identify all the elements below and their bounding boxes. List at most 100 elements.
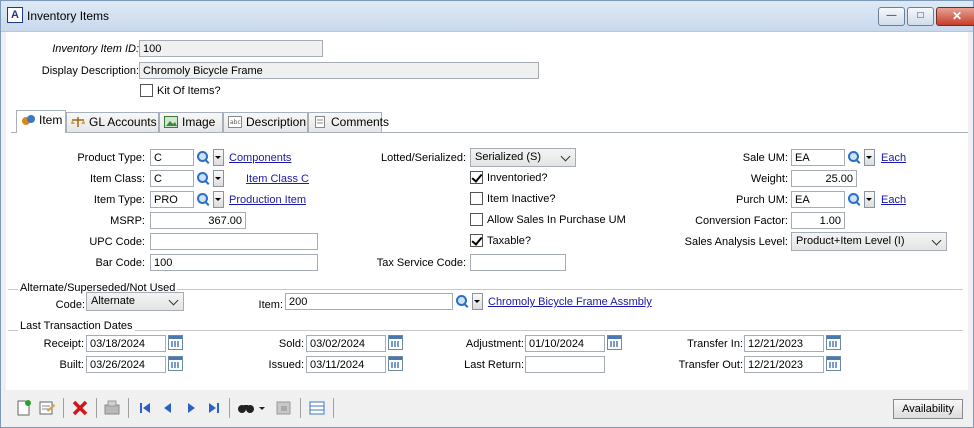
bar-code-field[interactable]: 100 <box>150 254 318 271</box>
delete-icon <box>72 400 88 416</box>
item-class-link[interactable]: Item Class C <box>246 173 309 185</box>
item-id-field[interactable]: 100 <box>139 40 323 57</box>
tab-image[interactable]: Image <box>159 112 223 132</box>
sold-label: Sold: <box>278 338 304 350</box>
save-button[interactable] <box>37 398 57 418</box>
display-description-field[interactable]: Chromoly Bicycle Frame <box>139 62 539 79</box>
new-record-button[interactable] <box>14 398 34 418</box>
adjustment-date-field[interactable]: 01/10/2024 <box>525 335 605 352</box>
transfer-in-label: Transfer In: <box>687 338 743 350</box>
weight-field[interactable]: 25.00 <box>791 170 857 187</box>
msrp-field[interactable]: 367.00 <box>150 212 246 229</box>
item-class-search-icon[interactable] <box>196 170 211 187</box>
scales-icon <box>71 115 85 127</box>
previous-record-button[interactable] <box>158 398 178 418</box>
next-record-button[interactable] <box>181 398 201 418</box>
purch-um-dropdown-button[interactable] <box>864 191 875 208</box>
item-inactive-label: Item Inactive? <box>487 193 556 205</box>
app-logo-icon: A <box>7 7 23 23</box>
product-type-label: Product Type: <box>77 152 145 164</box>
alternate-item-field[interactable]: 200 <box>285 293 453 310</box>
transfer-out-date-field[interactable]: 12/21/2023 <box>744 356 824 373</box>
item-type-dropdown-button[interactable] <box>213 191 224 208</box>
allow-sales-purchase-um-checkbox[interactable] <box>470 213 483 226</box>
item-class-dropdown-button[interactable] <box>213 170 224 187</box>
sale-um-field[interactable]: EA <box>791 149 845 166</box>
kit-of-items-label: Kit Of Items? <box>157 85 221 97</box>
item-inactive-checkbox[interactable] <box>470 192 483 205</box>
last-return-label: Last Return: <box>464 359 524 371</box>
item-type-search-icon[interactable] <box>196 191 211 208</box>
tab-gl-accounts[interactable]: GL Accounts <box>66 112 159 132</box>
close-button[interactable]: ✕ <box>936 7 974 26</box>
print-icon <box>104 400 120 415</box>
taxable-checkbox[interactable] <box>470 234 483 247</box>
print-button[interactable] <box>102 398 122 418</box>
transfer-in-date-field[interactable]: 12/21/2023 <box>744 335 824 352</box>
issued-calendar-icon[interactable] <box>388 356 403 371</box>
alternate-item-dropdown-button[interactable] <box>472 293 483 310</box>
last-transaction-group-divider <box>8 330 963 331</box>
tab-description[interactable]: abc Description <box>223 112 308 132</box>
chevron-down-icon <box>931 235 942 246</box>
product-type-dropdown-button[interactable] <box>213 149 224 166</box>
alternate-item-search-icon[interactable] <box>455 293 470 310</box>
alternate-code-select[interactable]: Alternate <box>86 292 184 311</box>
transfer-out-label: Transfer Out: <box>678 359 743 371</box>
item-type-label: Item Type: <box>93 194 145 206</box>
kit-of-items-checkbox[interactable] <box>140 84 153 97</box>
purch-um-link[interactable]: Each <box>881 194 906 206</box>
adjustment-calendar-icon[interactable] <box>607 335 622 350</box>
item-class-field[interactable]: C <box>150 170 194 187</box>
availability-button[interactable]: Availability <box>893 399 963 419</box>
purch-um-search-icon[interactable] <box>847 191 862 208</box>
product-type-link[interactable]: Components <box>229 152 291 164</box>
taxable-label: Taxable? <box>487 235 532 247</box>
chevron-down-icon <box>560 151 571 162</box>
sale-um-search-icon[interactable] <box>847 149 862 166</box>
delete-button[interactable] <box>70 398 90 418</box>
receipt-calendar-icon[interactable] <box>168 335 183 350</box>
conversion-factor-field[interactable]: 1.00 <box>791 212 845 229</box>
sales-analysis-level-select[interactable]: Product+Item Level (I) <box>791 232 947 251</box>
issued-label: Issued: <box>268 359 304 371</box>
transfer-out-calendar-icon[interactable] <box>826 356 841 371</box>
title-bar[interactable]: A Inventory Items — □ ✕ <box>1 1 974 32</box>
item-type-field[interactable]: PRO <box>150 191 194 208</box>
last-return-date-field[interactable] <box>525 356 605 373</box>
sold-calendar-icon[interactable] <box>388 335 403 350</box>
list-view-button[interactable] <box>307 398 327 418</box>
item-type-link[interactable]: Production Item <box>229 194 306 206</box>
purch-um-field[interactable]: EA <box>791 191 845 208</box>
alternate-item-link[interactable]: Chromoly Bicycle Frame Assmbly <box>488 296 652 308</box>
filter-button[interactable] <box>274 398 294 418</box>
display-description-label: Display Description: <box>41 65 139 77</box>
picture-icon <box>164 115 178 128</box>
maximize-button[interactable]: □ <box>907 7 934 26</box>
transfer-in-calendar-icon[interactable] <box>826 335 841 350</box>
minimize-icon: — <box>886 10 897 21</box>
tab-comments[interactable]: Comments <box>308 112 389 132</box>
receipt-date-field[interactable]: 03/18/2024 <box>86 335 166 352</box>
find-button[interactable] <box>236 398 256 418</box>
tax-service-code-field[interactable] <box>470 254 566 271</box>
lotted-serialized-select[interactable]: Serialized (S) <box>470 148 576 167</box>
document-icon <box>313 115 327 128</box>
tab-item[interactable]: Item <box>16 110 66 133</box>
built-label: Built: <box>59 359 84 371</box>
issued-date-field[interactable]: 03/11/2024 <box>306 356 386 373</box>
built-calendar-icon[interactable] <box>168 356 183 371</box>
find-dropdown-button[interactable] <box>257 398 267 418</box>
first-record-button[interactable] <box>135 398 155 418</box>
minimize-button[interactable]: — <box>878 7 905 26</box>
upc-code-field[interactable] <box>150 233 318 250</box>
product-type-search-icon[interactable] <box>196 149 211 166</box>
last-record-button[interactable] <box>204 398 224 418</box>
sale-um-link[interactable]: Each <box>881 152 906 164</box>
sale-um-dropdown-button[interactable] <box>864 149 875 166</box>
sold-date-field[interactable]: 03/02/2024 <box>306 335 386 352</box>
built-date-field[interactable]: 03/26/2024 <box>86 356 166 373</box>
alternate-item-label: Item: <box>258 299 283 311</box>
inventoried-checkbox[interactable] <box>470 171 483 184</box>
product-type-field[interactable]: C <box>150 149 194 166</box>
